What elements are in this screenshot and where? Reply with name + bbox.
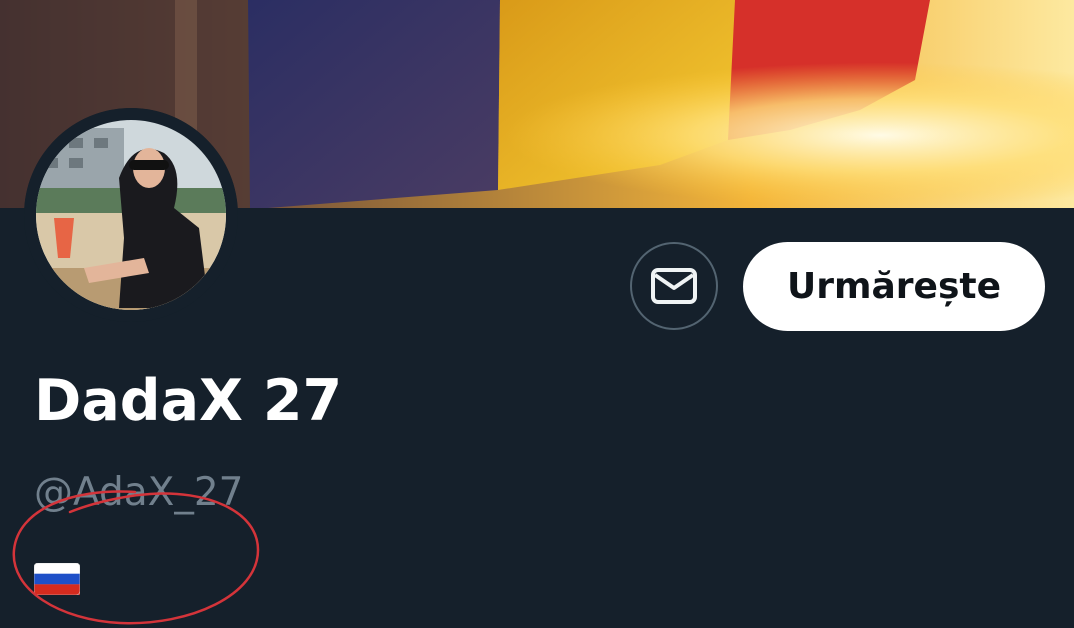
russia-flag-icon <box>34 563 80 595</box>
username-handle: @AdaX_27 <box>34 470 244 515</box>
display-name: DadaX 27 <box>34 368 343 434</box>
message-button[interactable] <box>630 242 718 330</box>
envelope-icon <box>651 268 697 304</box>
follow-button[interactable]: Urmărește <box>743 242 1045 331</box>
avatar-photo <box>24 108 238 322</box>
profile-avatar[interactable] <box>24 108 238 322</box>
